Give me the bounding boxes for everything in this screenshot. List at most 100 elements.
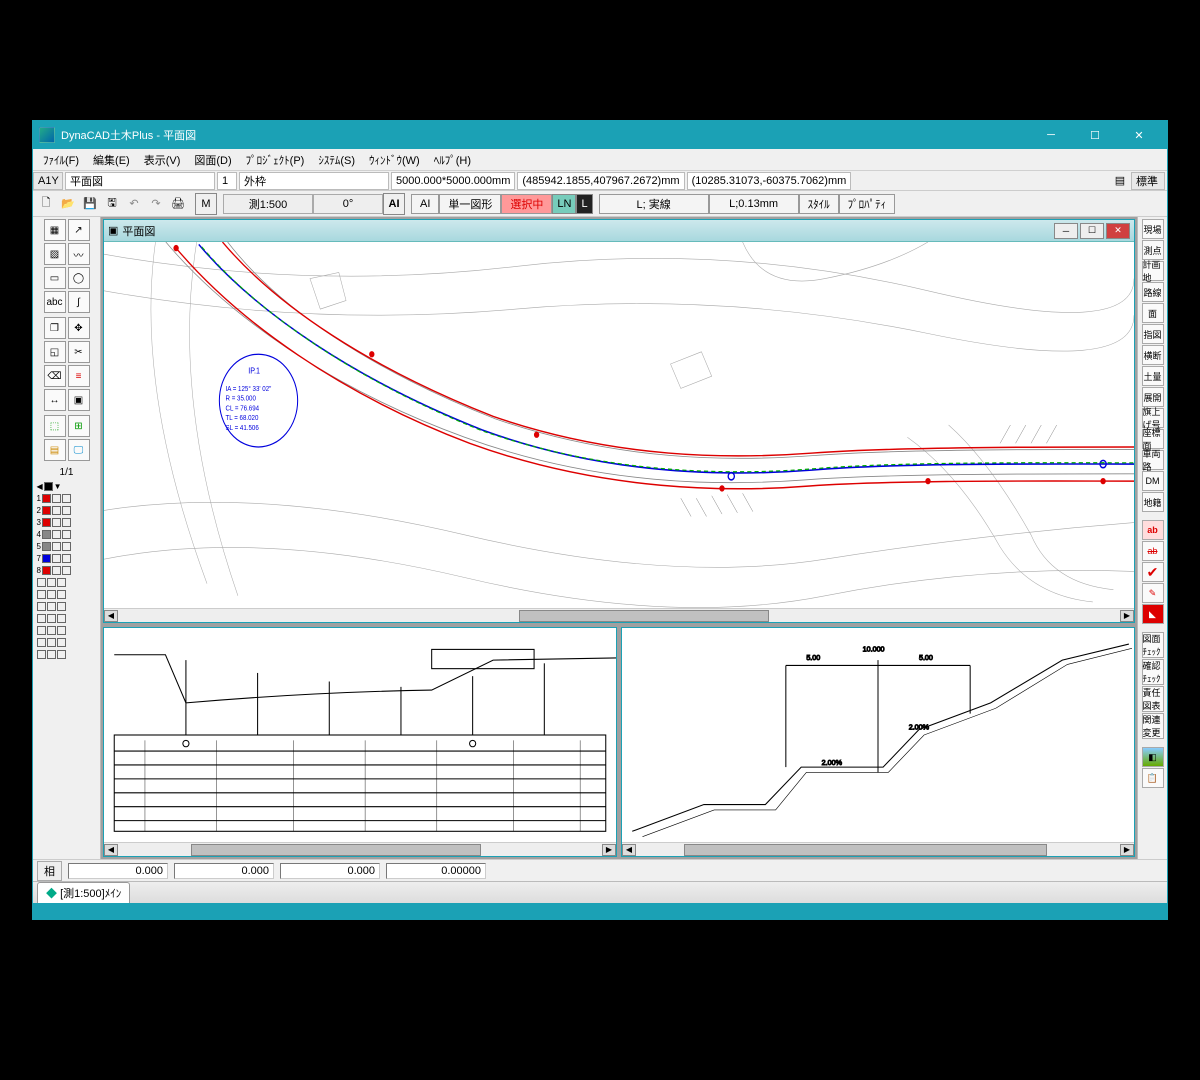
hatch-icon[interactable]: ▨ <box>44 243 66 265</box>
l-tag[interactable]: L <box>576 194 592 214</box>
rbtn-kanren[interactable]: 関連変更 <box>1142 713 1164 739</box>
open-icon[interactable]: 📂 <box>57 193 79 215</box>
move-icon[interactable]: ✥ <box>68 317 90 339</box>
text-icon[interactable]: abc <box>44 291 66 313</box>
rbtn-tenkai[interactable]: 展開 <box>1142 387 1164 407</box>
trim-icon[interactable]: ✂ <box>68 341 90 363</box>
rbtn-ab1[interactable]: ab <box>1142 520 1164 540</box>
layer-row[interactable]: ◀▼ <box>37 480 97 492</box>
clipboard-icon[interactable]: 📋 <box>1142 768 1164 788</box>
layer-row[interactable]: 8 <box>37 564 97 576</box>
rbtn-hataage[interactable]: 旗上げ号 <box>1142 408 1164 428</box>
layer-row[interactable] <box>37 600 97 612</box>
rbtn-keikaku[interactable]: 計画地 <box>1142 261 1164 281</box>
rbtn-oudan[interactable]: 横断 <box>1142 345 1164 365</box>
layer-row[interactable] <box>37 624 97 636</box>
scale-field[interactable]: 測1:500 <box>223 194 313 214</box>
erase2-icon[interactable]: ⌫ <box>44 365 66 387</box>
layer-row[interactable] <box>37 588 97 600</box>
plan-view-titlebar[interactable]: ▣ 平面図 ─ ☐ ✕ <box>104 220 1134 242</box>
layer-row[interactable] <box>37 648 97 660</box>
scroll-right-icon[interactable]: ▶ <box>1120 844 1134 856</box>
style-button[interactable]: ｽﾀｲﾙ <box>799 194 839 214</box>
rbtn-genba[interactable]: 現場 <box>1142 219 1164 239</box>
list-icon[interactable]: ▤ <box>1109 170 1131 192</box>
layer-row[interactable]: 2 <box>37 504 97 516</box>
rbtn-rosen[interactable]: 路線 <box>1142 282 1164 302</box>
plan-drawing-canvas[interactable]: IP.1 IA = 125° 33' 02" R = 35.000 CL = 7… <box>104 242 1134 608</box>
rbtn-zumencheck[interactable]: 図面ﾁｪｯｸ <box>1142 632 1164 658</box>
property-button[interactable]: ﾌﾟﾛﾊﾟﾃｨ <box>839 194 896 214</box>
rbtn-zahyo[interactable]: 座標面 <box>1142 429 1164 449</box>
rbtn-sashizu[interactable]: 指図 <box>1142 324 1164 344</box>
profile-drawing-canvas[interactable] <box>104 628 616 842</box>
minimize-button[interactable]: ─ <box>1029 121 1073 149</box>
ai2-button[interactable]: AI <box>411 194 439 214</box>
save2-icon[interactable]: 🖫 <box>101 193 123 215</box>
close-button[interactable]: ✕ <box>1117 121 1161 149</box>
menu-project[interactable]: ﾌﾟﾛｼﾞｪｸﾄ(P) <box>240 150 311 170</box>
layer-row[interactable]: 3 <box>37 516 97 528</box>
pen-icon[interactable]: ✎ <box>1142 583 1164 603</box>
palette-icon[interactable]: ◧ <box>1142 747 1164 767</box>
new-icon[interactable]: 🗋 <box>35 193 57 215</box>
angle-field[interactable]: 0° <box>313 194 383 214</box>
scroll-left-icon[interactable]: ◀ <box>104 844 118 856</box>
layer-row[interactable] <box>37 612 97 624</box>
cross-section-canvas[interactable]: 5.005.0010.000 2.00%2.00% <box>622 628 1134 842</box>
cross-h-scrollbar[interactable]: ◀ ▶ <box>622 842 1134 856</box>
zoomall-icon[interactable]: ⊞ <box>68 415 90 437</box>
curve-icon[interactable]: ∫ <box>68 291 90 313</box>
monitor-icon[interactable]: 🖵 <box>68 439 90 461</box>
print-icon[interactable]: 🖨 <box>167 193 189 215</box>
rbtn-sekinin[interactable]: 責任図表 <box>1142 686 1164 712</box>
scroll-thumb[interactable] <box>191 844 481 856</box>
grid-icon[interactable]: ▦ <box>44 219 66 241</box>
linetype-button[interactable]: L; 実線 <box>599 194 709 214</box>
rbtn-men[interactable]: 面 <box>1142 303 1164 323</box>
rect-icon[interactable]: ▭ <box>44 267 66 289</box>
triangle-icon[interactable]: ◣ <box>1142 604 1164 624</box>
maximize-button[interactable]: ☐ <box>1073 121 1117 149</box>
copy-icon[interactable]: ❐ <box>44 317 66 339</box>
rbtn-kakunincheck[interactable]: 確認ﾁｪｯｸ <box>1142 659 1164 685</box>
line-icon[interactable]: ↗ <box>68 219 90 241</box>
standard-label[interactable]: 標準 <box>1131 172 1165 190</box>
menu-help[interactable]: ﾍﾙﾌﾟ(H) <box>428 150 477 170</box>
scroll-thumb[interactable] <box>684 844 1047 856</box>
layer-row[interactable] <box>37 636 97 648</box>
rbtn-ab2[interactable]: ab <box>1142 541 1164 561</box>
selecting-indicator[interactable]: 選択中 <box>501 194 552 214</box>
menu-file[interactable]: ﾌｧｲﾙ(F) <box>37 150 85 170</box>
sub-minimize-button[interactable]: ─ <box>1054 223 1078 239</box>
save-icon[interactable]: 💾 <box>79 193 101 215</box>
menu-drawing[interactable]: 図面(D) <box>188 150 237 170</box>
zoom-icon[interactable]: ⬚ <box>44 415 66 437</box>
scroll-left-icon[interactable]: ◀ <box>622 844 636 856</box>
plan-h-scrollbar[interactable]: ◀ ▶ <box>104 608 1134 622</box>
layer-icon[interactable]: ▤ <box>44 439 66 461</box>
lineweight-button[interactable]: L;0.13mm <box>709 194 799 214</box>
m-button[interactable]: M <box>195 193 217 215</box>
undo-icon[interactable]: ↶ <box>123 193 145 215</box>
status-label[interactable]: 相 <box>37 861 62 881</box>
rbtn-doryou[interactable]: 土量 <box>1142 366 1164 386</box>
check-icon[interactable]: ✔ <box>1142 562 1164 582</box>
scroll-left-icon[interactable]: ◀ <box>104 610 118 622</box>
ln-tag[interactable]: LN <box>552 194 576 214</box>
scroll-thumb[interactable] <box>519 610 770 622</box>
rbtn-sokuten[interactable]: 測点 <box>1142 240 1164 260</box>
polyline-icon[interactable]: 〰 <box>68 243 90 265</box>
bars-icon[interactable]: ≡ <box>68 365 90 387</box>
circle-icon[interactable]: ◯ <box>68 267 90 289</box>
ai-button[interactable]: AI <box>383 193 405 215</box>
profile-h-scrollbar[interactable]: ◀ ▶ <box>104 842 616 856</box>
scroll-right-icon[interactable]: ▶ <box>602 844 616 856</box>
dim-icon[interactable]: ↔ <box>44 389 66 411</box>
menu-system[interactable]: ｼｽﾃﾑ(S) <box>312 150 361 170</box>
scroll-right-icon[interactable]: ▶ <box>1120 610 1134 622</box>
layer-row[interactable]: 5 <box>37 540 97 552</box>
menu-window[interactable]: ｳｨﾝﾄﾞｳ(W) <box>363 150 426 170</box>
layer-row[interactable]: 7 <box>37 552 97 564</box>
layer-row[interactable]: 1 <box>37 492 97 504</box>
